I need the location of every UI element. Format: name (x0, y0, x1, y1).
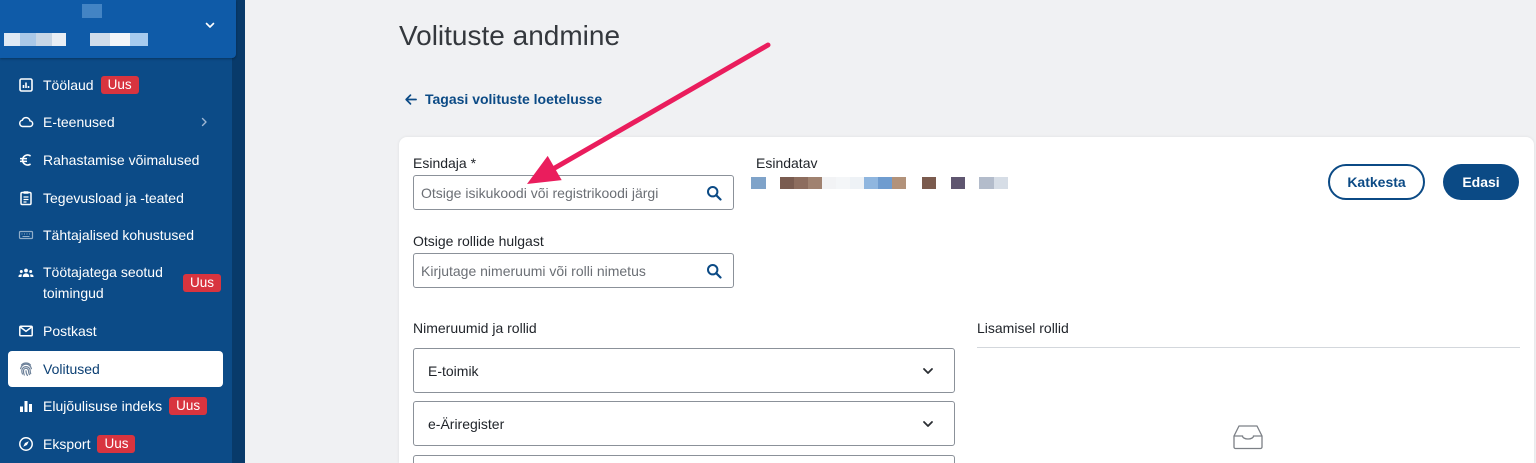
namespace-accordion-partial[interactable] (413, 455, 955, 463)
cancel-button[interactable]: Katkesta (1328, 164, 1425, 200)
role-search-field (413, 253, 734, 288)
authorization-form-card: Esindaja * Esindatav Katkesta Edasi Otsi… (399, 137, 1534, 463)
sidebar-item-elujoulisuse-indeks[interactable]: Elujõulisuse indeks Uus (8, 388, 223, 424)
page-title: Volituste andmine (399, 20, 621, 51)
new-badge: Uus (169, 397, 208, 416)
cloud-icon (19, 117, 34, 128)
euro-icon (20, 154, 31, 166)
sidebar-scrollbar[interactable] (232, 0, 245, 463)
arrow-left-icon (405, 93, 417, 105)
sidebar-item-label: Töötajatega seotud toimingud (43, 264, 163, 302)
compass-icon (19, 436, 33, 451)
sidebar-item-tahtajalised-kohustused[interactable]: Tähtajalised kohustused (8, 217, 223, 253)
namespace-accordion-e-ariregister[interactable]: e-Äriregister (413, 401, 955, 446)
sidebar-item-label: E-teenused (43, 114, 115, 131)
sidebar-item-label: Tähtajalised kohustused (43, 227, 194, 244)
representative-search-input[interactable] (414, 176, 733, 209)
sidebar-item-label: Elujõulisuse indeks (43, 398, 163, 415)
new-badge: Uus (100, 75, 139, 94)
empty-inbox-icon (1233, 425, 1263, 450)
account-name-redacted (4, 33, 148, 46)
account-switcher[interactable] (0, 0, 236, 58)
namespace-label: E-toimik (428, 362, 479, 379)
dashboard-icon (19, 77, 33, 92)
back-link-label: Tagasi volituste loetelusse (425, 91, 603, 107)
new-badge: Uus (97, 434, 136, 453)
sidebar-item-postkast[interactable]: Postkast (8, 313, 223, 349)
added-roles-divider (977, 347, 1520, 348)
new-badge: Uus (183, 274, 222, 293)
sidebar-item-label: Töölaud (43, 76, 94, 93)
sidebar-nav: Töölaud Uus E-teenused Rahastamise võima… (0, 66, 232, 463)
chevron-down-icon (923, 421, 933, 427)
sidebar-item-label: Postkast (43, 323, 97, 340)
role-search-label: Otsige rollide hulgast (413, 233, 544, 249)
sidebar-item-tegevusload[interactable]: Tegevusload ja -teated (8, 180, 223, 216)
next-button[interactable]: Edasi (1443, 164, 1519, 200)
keyboard-icon (18, 231, 34, 240)
representative-label: Esindaja * (413, 155, 477, 171)
namespaces-heading: Nimeruumid ja rollid (413, 320, 537, 336)
sidebar: Töölaud Uus E-teenused Rahastamise võima… (0, 0, 245, 463)
sidebar-item-e-teenused[interactable]: E-teenused (8, 104, 223, 140)
sidebar-item-label: Eksport (43, 435, 91, 452)
sidebar-item-volitused[interactable]: Volitused (8, 350, 223, 387)
namespace-label: e-Äriregister (428, 415, 505, 432)
represented-value-redacted (751, 177, 1008, 189)
sidebar-item-eksport[interactable]: Eksport Uus (8, 426, 223, 462)
search-icon[interactable] (706, 185, 722, 201)
sidebar-item-toolaud[interactable]: Töölaud Uus (8, 67, 223, 103)
chevron-down-icon[interactable] (203, 18, 217, 32)
search-icon[interactable] (706, 263, 722, 279)
sidebar-item-label: Rahastamise võimalused (43, 151, 200, 168)
people-icon (18, 268, 34, 277)
added-roles-heading: Lisamisel rollid (977, 320, 1069, 336)
role-search-input[interactable] (414, 254, 733, 287)
bar-chart-icon (20, 401, 32, 413)
chevron-right-icon (201, 118, 207, 127)
account-avatar-redacted (82, 4, 102, 18)
sidebar-item-rahastamise-voimalused[interactable]: Rahastamise võimalused (8, 142, 223, 178)
sidebar-item-tootajatega-seotud-toimingud[interactable]: Töötajatega seotud toimingud Uus (8, 258, 223, 308)
representative-field (413, 175, 734, 210)
fingerprint-icon (20, 362, 32, 376)
namespace-accordion-e-toimik[interactable]: E-toimik (413, 348, 955, 393)
back-to-list-link[interactable]: Tagasi volituste loetelusse (404, 90, 602, 108)
represented-label: Esindatav (756, 155, 818, 171)
clipboard-icon (20, 190, 32, 205)
sidebar-item-label: Tegevusload ja -teated (43, 189, 184, 206)
envelope-icon (19, 325, 33, 337)
chevron-down-icon (923, 368, 933, 374)
sidebar-item-label: Volitused (43, 360, 100, 377)
